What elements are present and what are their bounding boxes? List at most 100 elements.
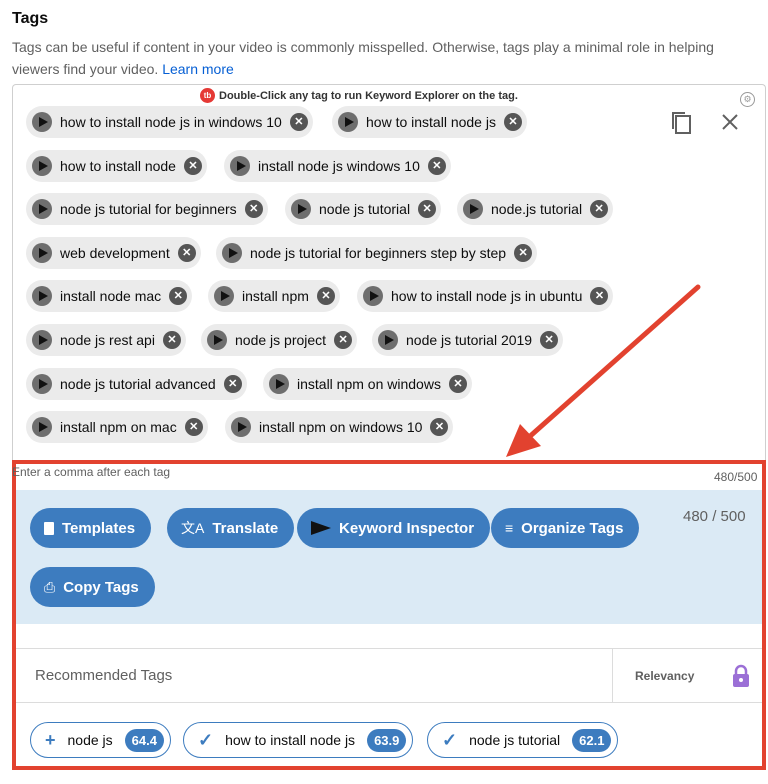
recommended-tag-chip[interactable]: ✓ node js tutorial 62.1 — [427, 722, 619, 758]
templates-button[interactable]: Templates — [30, 508, 152, 548]
tag-chip[interactable]: install node mac ✕ — [26, 280, 193, 312]
check-icon: ✓ — [442, 729, 458, 750]
relevancy-label[interactable]: Relevancy — [635, 669, 694, 683]
remove-tag-icon[interactable]: ✕ — [430, 418, 449, 436]
tag-label: node js tutorial — [319, 201, 411, 217]
tag-chip[interactable]: node js tutorial advanced ✕ — [26, 368, 247, 400]
tubebuddy-logo: tb — [200, 88, 215, 103]
play-icon — [269, 374, 289, 394]
learn-more-link[interactable]: Learn more — [162, 61, 234, 77]
document-icon — [44, 521, 54, 535]
tag-chip[interactable]: how to install node ✕ — [26, 150, 207, 182]
remove-tag-icon[interactable]: ✕ — [590, 200, 609, 218]
recommended-tag-label: how to install node js — [225, 732, 356, 748]
remove-tag-icon[interactable]: ✕ — [162, 331, 181, 349]
keyword-inspector-label: Keyword Inspector — [339, 519, 475, 537]
play-icon — [32, 199, 52, 219]
tag-chip[interactable]: how to install node js in windows 10 ✕ — [26, 106, 313, 138]
lock-icon[interactable] — [732, 664, 750, 688]
tag-label: install npm — [242, 288, 309, 304]
tag-chip[interactable]: node js tutorial for beginners step by s… — [216, 237, 538, 269]
tag-chip[interactable]: install npm on windows 10 ✕ — [225, 411, 454, 443]
organize-tags-button[interactable]: ≡ Organize Tags — [491, 508, 640, 548]
remove-tag-icon[interactable]: ✕ — [427, 157, 446, 175]
translate-label: Translate — [212, 519, 279, 537]
play-icon — [378, 330, 398, 350]
play-icon — [32, 112, 52, 132]
tag-label: node js tutorial for beginners — [60, 201, 237, 217]
tag-chip[interactable]: install npm on windows ✕ — [263, 368, 472, 400]
translate-icon: 文A — [181, 520, 205, 536]
score-badge: 63.9 — [367, 728, 407, 752]
tag-chip[interactable]: how to install node js in ubuntu ✕ — [357, 280, 614, 312]
tag-chip[interactable]: node js project ✕ — [201, 324, 358, 356]
remove-tag-icon[interactable]: ✕ — [223, 375, 242, 393]
tag-label: how to install node js — [366, 114, 496, 130]
remove-tag-icon[interactable]: ✕ — [316, 287, 335, 305]
remove-tag-icon[interactable]: ✕ — [244, 200, 263, 218]
play-icon — [222, 243, 242, 263]
tag-label: node js tutorial advanced — [60, 376, 216, 392]
remove-tag-icon[interactable]: ✕ — [184, 418, 203, 436]
tag-label: node js rest api — [60, 332, 155, 348]
recommended-tags-title: Recommended Tags — [35, 667, 173, 684]
remove-tag-icon[interactable]: ✕ — [503, 113, 522, 131]
play-icon — [32, 286, 52, 306]
tag-chip[interactable]: how to install node js ✕ — [332, 106, 527, 138]
remove-tag-icon[interactable]: ✕ — [540, 331, 559, 349]
tag-chip[interactable]: install npm ✕ — [208, 280, 340, 312]
recommended-tag-label: node js — [67, 732, 113, 748]
tag-chip[interactable]: node.js tutorial ✕ — [457, 193, 614, 225]
remove-tag-icon[interactable]: ✕ — [418, 200, 437, 218]
paperclip-icon: ⎙ — [44, 578, 56, 595]
recommended-tag-chip[interactable]: ✓ how to install node js 63.9 — [183, 722, 414, 758]
copy-icon[interactable] — [670, 110, 694, 136]
score-badge: 62.1 — [572, 728, 612, 752]
tag-chip[interactable]: install npm on mac ✕ — [26, 411, 208, 443]
score-badge: 64.4 — [124, 728, 164, 752]
character-count: 480/500 — [714, 470, 758, 484]
remove-tag-icon[interactable]: ✕ — [448, 375, 467, 393]
tag-chip[interactable]: node js tutorial for beginners ✕ — [26, 193, 268, 225]
keyword-inspector-button[interactable]: Keyword Inspector — [297, 508, 491, 548]
remove-tag-icon[interactable]: ✕ — [169, 287, 188, 305]
section-title: Tags — [12, 10, 49, 27]
play-icon — [230, 156, 250, 176]
settings-icon[interactable]: ⚙ — [740, 92, 755, 107]
tag-chip[interactable]: node js tutorial ✕ — [285, 193, 442, 225]
remove-tag-icon[interactable]: ✕ — [334, 331, 353, 349]
close-icon[interactable] — [718, 110, 742, 134]
play-icon — [231, 417, 251, 437]
copy-tags-button[interactable]: ⎙ Copy Tags — [30, 567, 155, 607]
translate-button[interactable]: 文A Translate — [167, 508, 295, 548]
tag-label: install npm on windows — [297, 376, 441, 392]
header-divider — [612, 648, 613, 703]
description-text: Tags can be useful if content in your vi… — [12, 39, 714, 77]
recommended-tag-chip[interactable]: + node js 64.4 — [30, 722, 171, 758]
play-icon — [32, 156, 52, 176]
tubebuddy-notice: tb Double-Click any tag to run Keyword E… — [200, 88, 518, 103]
tag-chip[interactable]: web development ✕ — [26, 237, 201, 269]
remove-tag-icon[interactable]: ✕ — [177, 244, 196, 262]
templates-label: Templates — [62, 519, 136, 537]
tag-chip[interactable]: install node js windows 10 ✕ — [224, 150, 451, 182]
check-icon: ✓ — [198, 729, 214, 750]
play-icon — [363, 286, 383, 306]
tags-input-box[interactable] — [12, 84, 766, 462]
play-icon — [32, 374, 52, 394]
tag-chip[interactable]: node js tutorial 2019 ✕ — [372, 324, 564, 356]
remove-tag-icon[interactable]: ✕ — [514, 244, 533, 262]
tag-label: node js project — [235, 332, 327, 348]
sort-icon: ≡ — [505, 520, 514, 536]
remove-tag-icon[interactable]: ✕ — [183, 157, 202, 175]
tag-label: how to install node js in ubuntu — [391, 288, 583, 304]
tag-label: install node mac — [60, 288, 162, 304]
play-icon — [214, 286, 234, 306]
play-icon — [311, 521, 331, 535]
remove-tag-icon[interactable]: ✕ — [590, 287, 609, 305]
tag-chip[interactable]: node js rest api ✕ — [26, 324, 186, 356]
play-icon — [338, 112, 358, 132]
tag-label: how to install node — [60, 158, 176, 174]
remove-tag-icon[interactable]: ✕ — [289, 113, 308, 131]
tag-label: install npm on windows 10 — [259, 419, 423, 435]
